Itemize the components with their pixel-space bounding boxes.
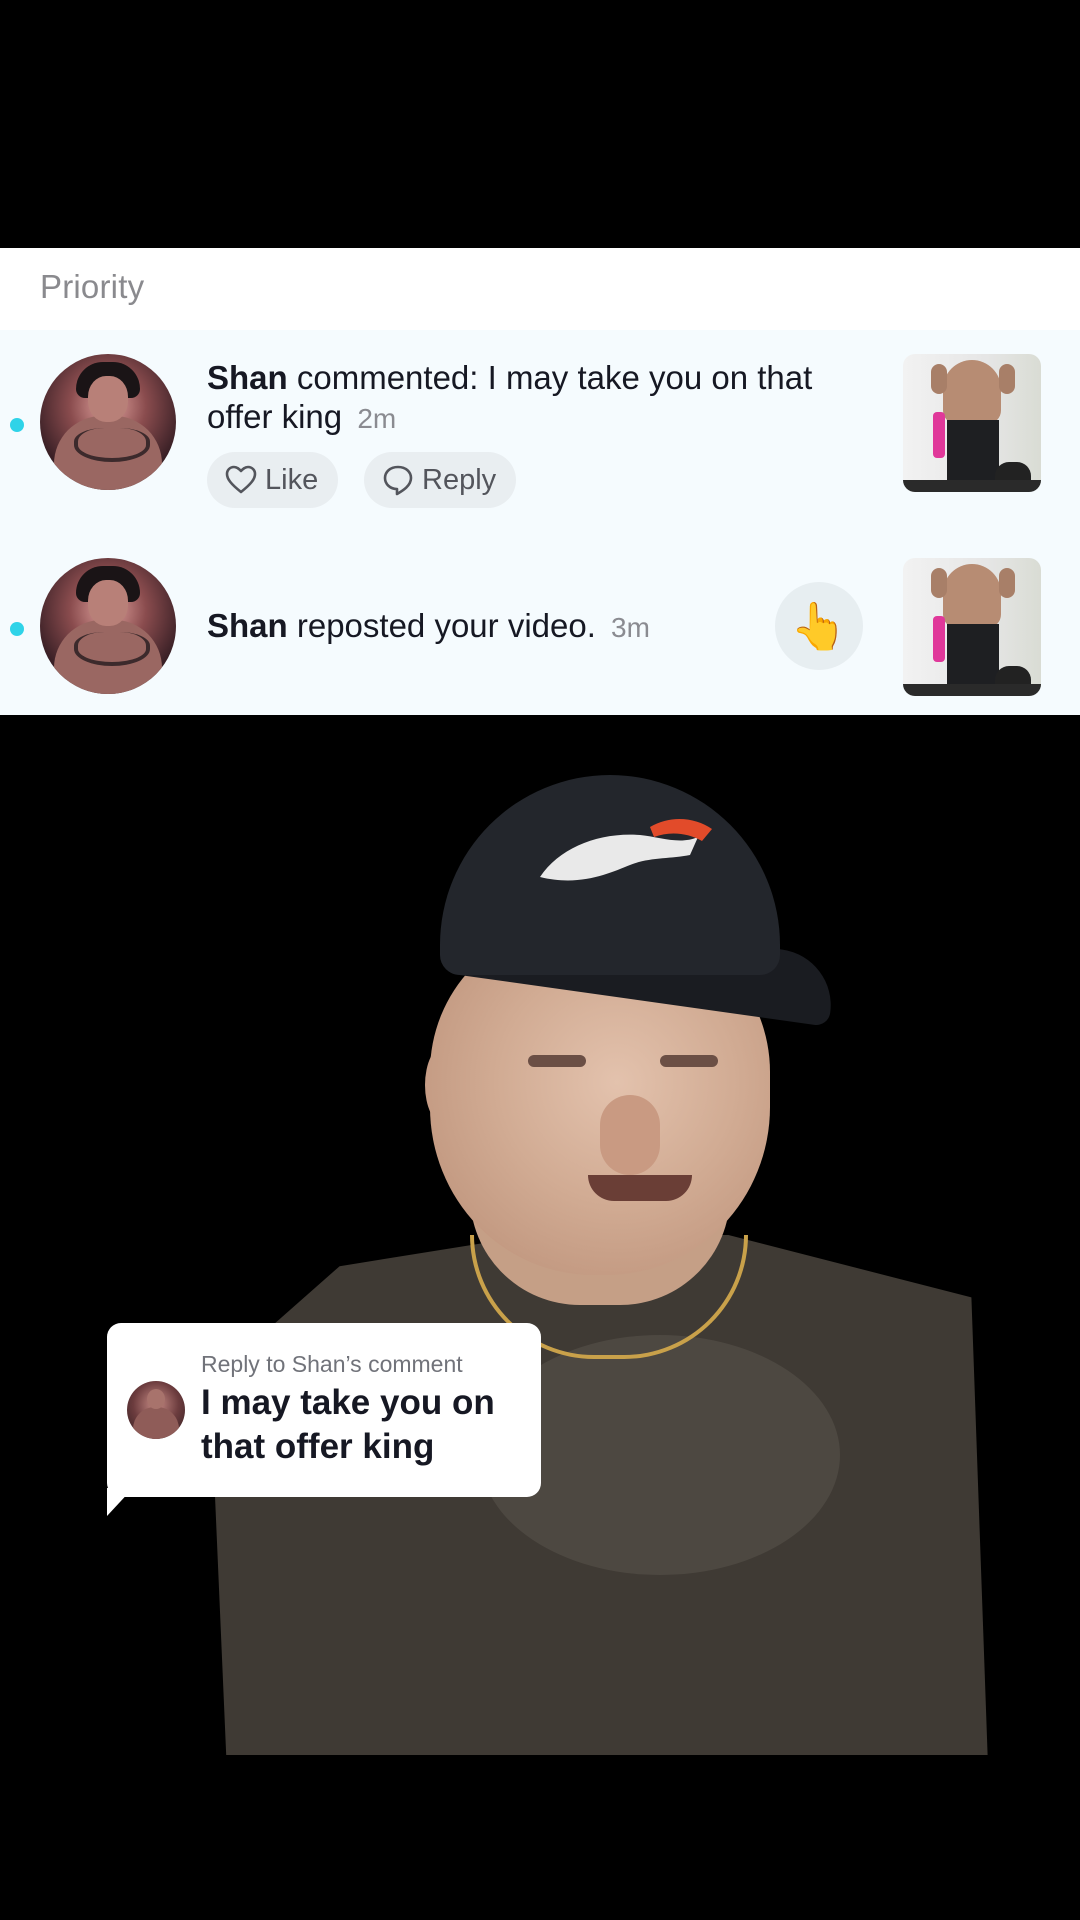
reply-overlay-title: Reply to Shan’s comment bbox=[201, 1351, 463, 1377]
heart-icon bbox=[225, 465, 257, 494]
reply-bubble-tail bbox=[107, 1488, 133, 1516]
notification-action: commented: I may take you on that offer … bbox=[207, 359, 813, 435]
notification-action: reposted your video. bbox=[296, 607, 596, 644]
notification-username[interactable]: Shan bbox=[207, 359, 288, 396]
notification-time: 3m bbox=[611, 612, 650, 643]
video-thumbnail[interactable] bbox=[903, 558, 1041, 696]
like-button[interactable]: Like bbox=[207, 452, 339, 508]
section-title: Priority bbox=[40, 268, 145, 305]
reply-overlay-comment: I may take you on that offer king bbox=[201, 1383, 495, 1466]
notification-username[interactable]: Shan bbox=[207, 607, 288, 644]
notifications-panel: Priority Shan commented: I may take you … bbox=[0, 248, 1080, 715]
comment-icon bbox=[383, 465, 413, 496]
video-thumbnail[interactable] bbox=[903, 354, 1041, 492]
notification-text: Shan commented: I may take you on that o… bbox=[207, 358, 867, 438]
notification-item-repost[interactable]: Shan reposted your video. 3m 👆 bbox=[0, 534, 1080, 714]
notification-time: 2m bbox=[357, 403, 397, 434]
notification-text: Shan reposted your video. 3m bbox=[207, 606, 867, 647]
unread-dot bbox=[10, 418, 24, 432]
avatar[interactable] bbox=[40, 354, 176, 490]
unread-dot bbox=[10, 622, 24, 636]
reply-comment-overlay[interactable]: Reply to Shan’s comment I may take you o… bbox=[107, 1323, 541, 1497]
avatar bbox=[127, 1381, 185, 1439]
priority-header: Priority bbox=[0, 248, 1080, 330]
reply-button[interactable]: Reply bbox=[364, 452, 517, 508]
video-person bbox=[0, 715, 1080, 1920]
notification-item-comment[interactable]: Shan commented: I may take you on that o… bbox=[0, 330, 1080, 530]
top-black-area bbox=[0, 0, 1080, 248]
like-label: Like bbox=[265, 463, 319, 496]
cap-logo-icon bbox=[540, 818, 712, 881]
reply-label: Reply bbox=[422, 463, 497, 496]
emoji: 👆 bbox=[790, 599, 848, 652]
pointing-hand-icon[interactable]: 👆 bbox=[775, 582, 863, 670]
video-player[interactable] bbox=[0, 715, 1080, 1920]
avatar[interactable] bbox=[40, 558, 176, 694]
